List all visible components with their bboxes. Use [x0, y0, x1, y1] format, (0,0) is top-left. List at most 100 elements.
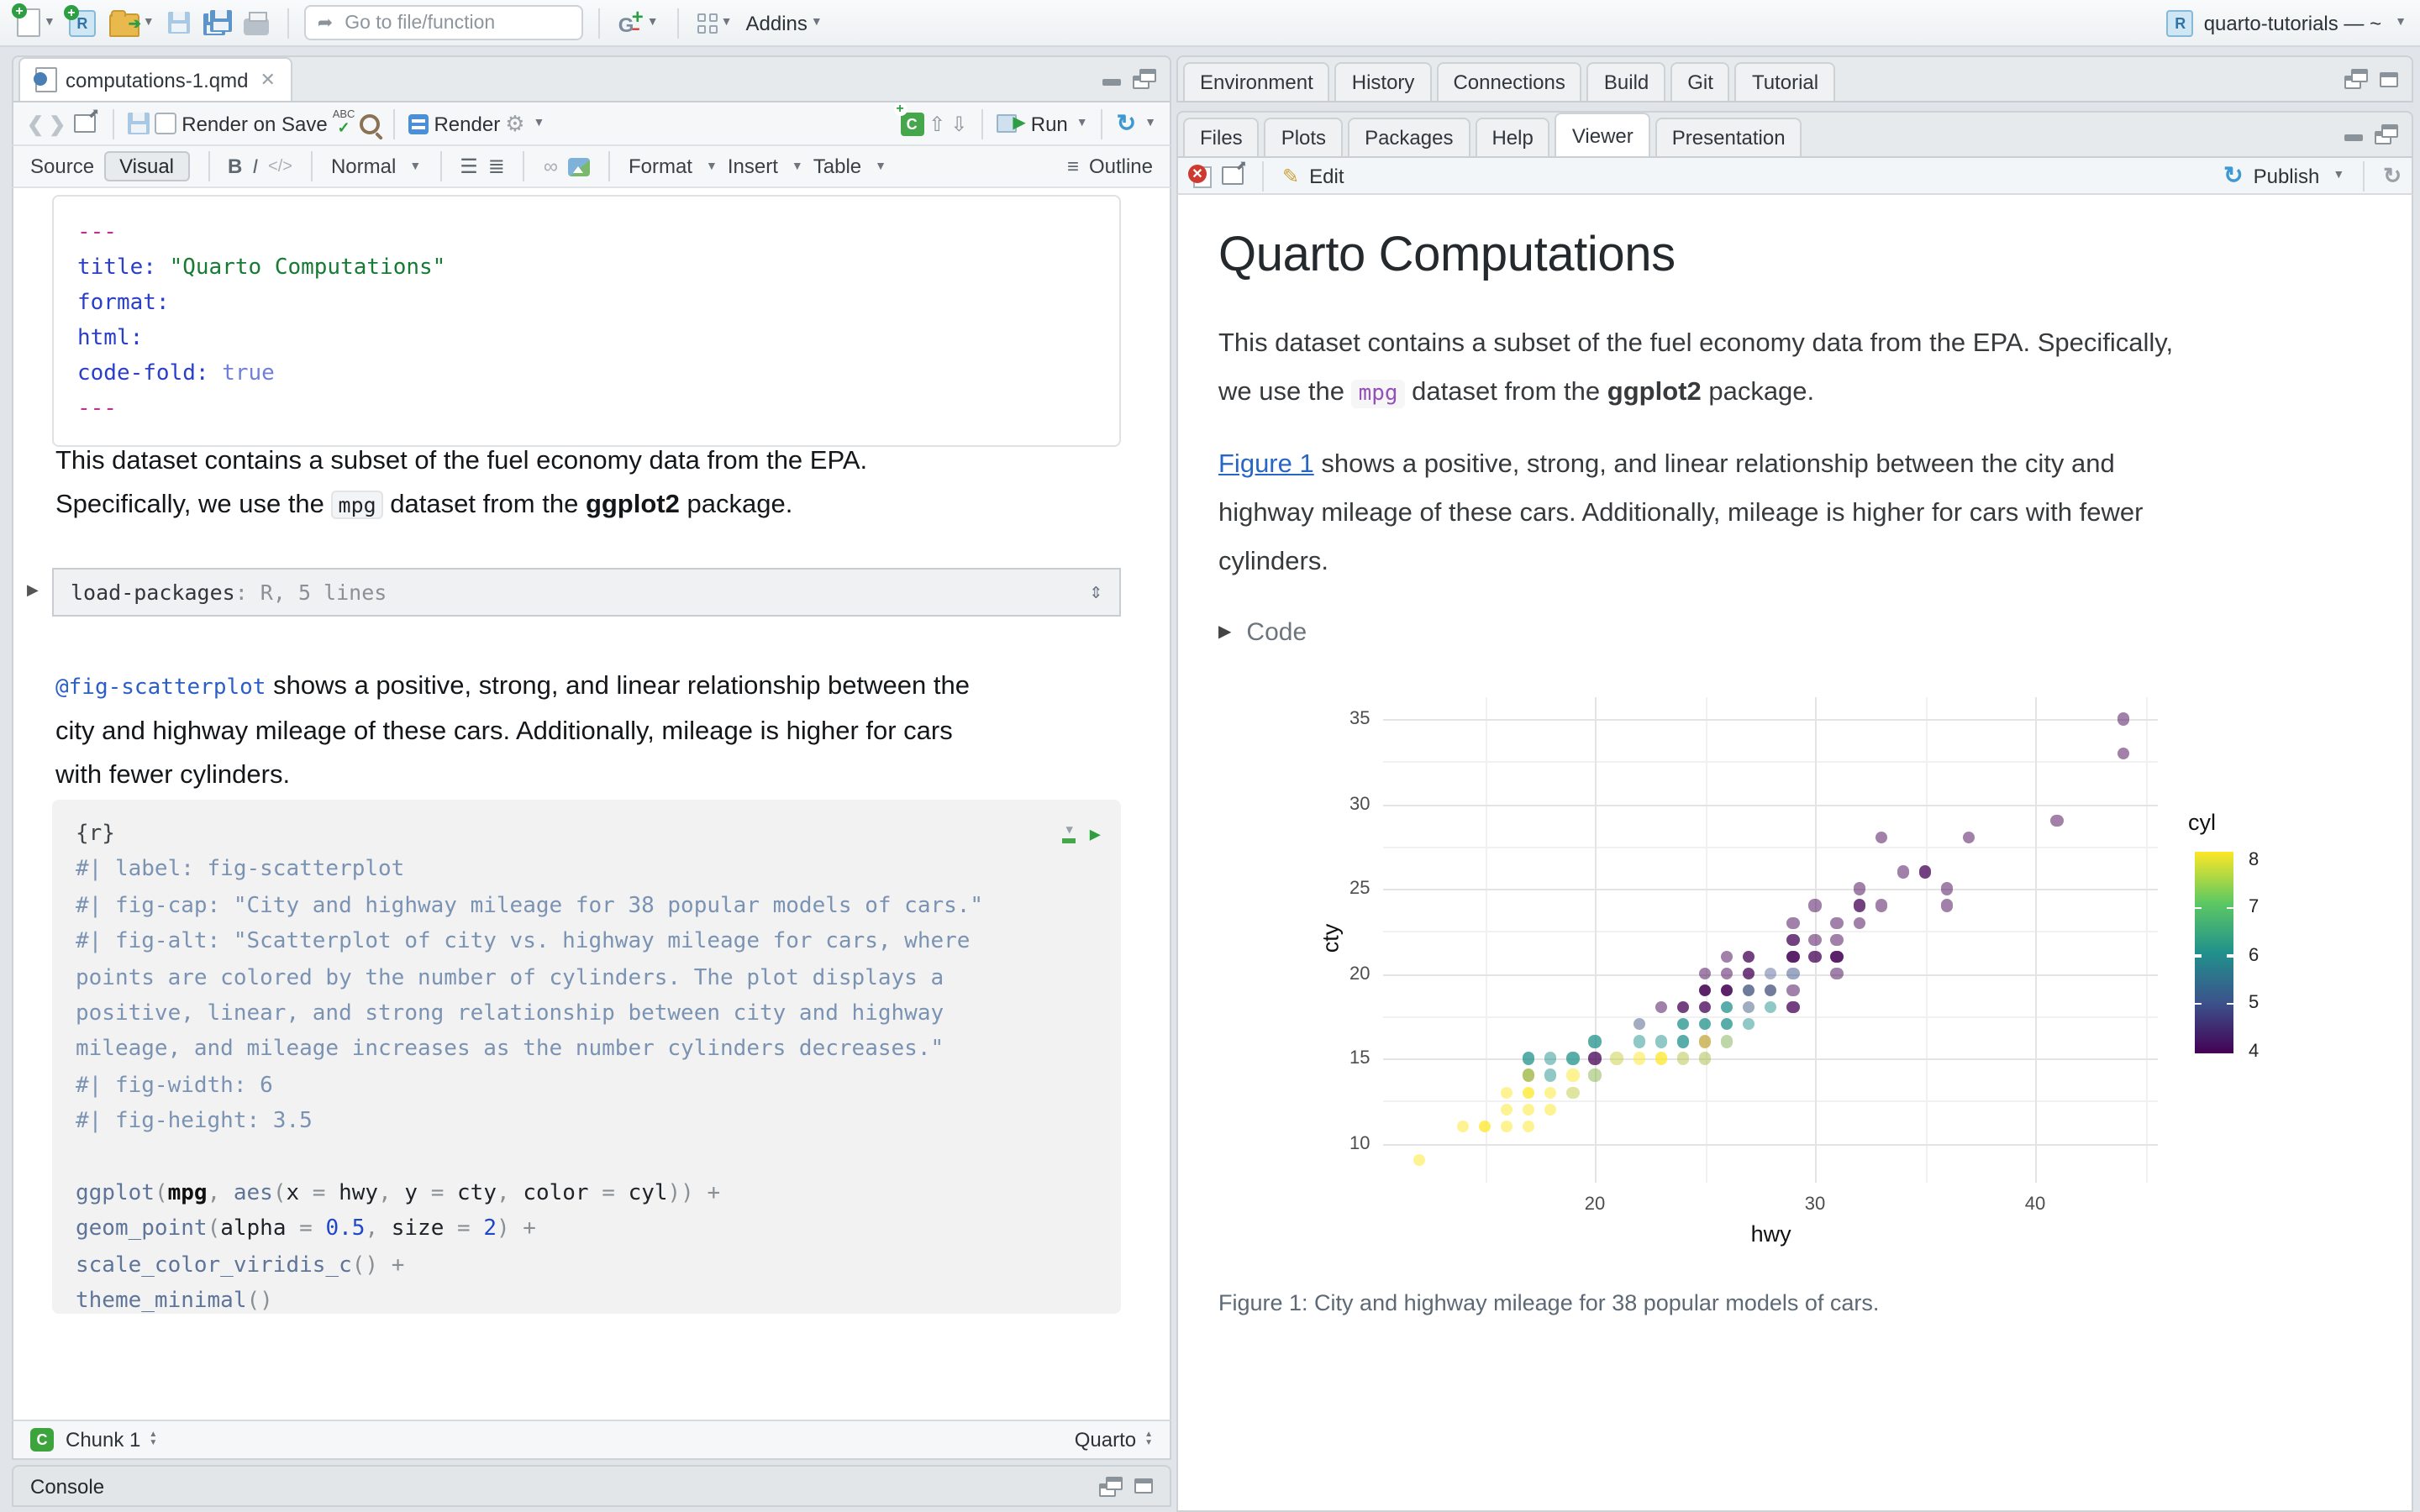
tab-files[interactable]: Files [1183, 118, 1260, 156]
render-button[interactable]: Render [434, 112, 500, 135]
spellcheck-icon[interactable]: ABC✓ [333, 112, 355, 136]
version-control-button[interactable]: +−G▼ [615, 4, 662, 41]
italic-icon[interactable]: I [252, 155, 258, 178]
restore-pane-icon[interactable] [2344, 69, 2368, 89]
minimize-pane-icon[interactable] [2344, 127, 2363, 142]
render-on-save-checkbox[interactable] [155, 113, 176, 134]
new-project-button[interactable]: R+ [66, 4, 99, 41]
go-prev-section-icon[interactable]: ⇧ [929, 112, 945, 135]
text-segment: --- [77, 220, 117, 245]
data-point [1831, 933, 1844, 946]
text-segment: ggplot2 [1607, 378, 1702, 407]
numbered-list-icon[interactable]: ≣ [488, 155, 505, 178]
viewer-pane: EnvironmentHistoryConnectionsBuildGitTut… [1176, 55, 2413, 1505]
chunk-stepper[interactable]: ▲▼ [149, 1431, 157, 1448]
minimize-pane-icon[interactable] [1102, 71, 1121, 87]
bullet-list-icon[interactable]: ☰ [460, 155, 478, 178]
data-point [1809, 900, 1822, 912]
tab-connections[interactable]: Connections [1436, 62, 1581, 101]
close-tab-icon[interactable]: ✕ [260, 69, 275, 91]
save-button[interactable] [165, 4, 193, 41]
tab-history[interactable]: History [1335, 62, 1432, 101]
link-icon[interactable]: ∞ [544, 155, 558, 178]
find-icon[interactable] [360, 113, 380, 134]
publish-button[interactable]: Publish [2254, 164, 2320, 187]
maximize-pane-icon[interactable] [2380, 71, 2398, 87]
console-restore-icon[interactable] [1099, 1476, 1123, 1496]
tab-help[interactable]: Help [1475, 118, 1549, 156]
text-segment: geom_point [76, 1217, 208, 1242]
tab-presentation[interactable]: Presentation [1655, 118, 1802, 156]
source-refresh-icon[interactable]: ↻ [1117, 109, 1136, 138]
collapsed-chunk-load-packages[interactable]: load-packages: R, 5 lines ⇕ [52, 568, 1121, 617]
insert-menu[interactable]: Insert [728, 155, 778, 178]
tab-tutorial[interactable]: Tutorial [1735, 62, 1835, 101]
project-chooser[interactable]: R quarto-tutorials — ~ ▼ [2167, 9, 2407, 36]
bold-icon[interactable]: B [228, 155, 242, 178]
goto-file-search[interactable]: ➦ [304, 5, 583, 40]
tab-viewer[interactable]: Viewer [1555, 113, 1650, 156]
save-all-button[interactable] [200, 4, 234, 41]
run-chunks-above-icon[interactable]: ▼ [1063, 826, 1076, 843]
print-button[interactable] [240, 4, 272, 41]
source-mode-button[interactable]: Source [30, 155, 94, 178]
tab-packages[interactable]: Packages [1348, 118, 1470, 156]
visual-mode-button[interactable]: Visual [104, 151, 189, 181]
maximize-pane-icon[interactable] [2375, 124, 2398, 144]
edit-button[interactable]: Edit [1309, 164, 1344, 187]
open-file-button[interactable]: ▼ [106, 4, 158, 41]
open-in-browser-icon[interactable] [1222, 166, 1244, 185]
data-point [1676, 1001, 1689, 1014]
chunk-navigator[interactable]: Chunk 1 [66, 1428, 140, 1452]
tab-plots[interactable]: Plots [1265, 118, 1343, 156]
mode-stepper[interactable]: ▲▼ [1144, 1431, 1153, 1448]
back-icon[interactable]: ❮ [27, 112, 44, 135]
data-point [1941, 900, 1954, 912]
outline-toggle[interactable]: Outline [1089, 155, 1153, 178]
goto-file-input[interactable] [341, 11, 570, 34]
tab-build[interactable]: Build [1587, 62, 1665, 101]
maximize-pane-icon[interactable] [1133, 69, 1156, 89]
run-button[interactable]: Run [1031, 112, 1068, 135]
go-next-section-icon[interactable]: ⇩ [950, 112, 967, 135]
expand-chunk-icon[interactable]: ▶ [27, 581, 39, 600]
save-doc-icon[interactable] [128, 113, 150, 134]
tab-computations-1-qmd[interactable]: computations-1.qmd ✕ [18, 57, 292, 101]
refresh-viewer-icon[interactable]: ↻ [2383, 162, 2402, 189]
tab-environment[interactable]: Environment [1183, 62, 1330, 101]
gear-icon[interactable]: ⚙ [505, 110, 524, 137]
run-chunk-icon[interactable]: ▶ [1090, 816, 1101, 853]
y-tick-label: 15 [1319, 1048, 1370, 1068]
tab-git[interactable]: Git [1670, 62, 1730, 101]
image-icon[interactable] [568, 157, 590, 176]
clear-viewer-icon[interactable]: ✕ [1188, 164, 1212, 187]
editor-paragraph[interactable]: This dataset contains a subset of the fu… [55, 440, 1114, 528]
text-segment: title: [77, 255, 170, 281]
text-segment: dataset from the [1405, 378, 1607, 407]
workspace-panes-button[interactable]: ▼ [694, 4, 736, 41]
doc-mode-selector[interactable]: Quarto [1075, 1428, 1136, 1452]
visual-editor-canvas[interactable]: ---title: "Quarto Computations"format: h… [12, 188, 1171, 1420]
paragraph-style-select[interactable]: Normal [331, 155, 396, 178]
code-format-icon[interactable]: </> [268, 157, 292, 176]
document-paragraph: Figure 1 shows a positive, strong, and l… [1218, 440, 2395, 586]
r-code-chunk[interactable]: {r}#| label: fig-scatterplot#| fig-cap: … [52, 800, 1121, 1314]
data-point [1786, 916, 1799, 929]
expand-collapse-icon[interactable]: ⇕ [1089, 580, 1102, 605]
console-pane-header[interactable]: Console [12, 1465, 1171, 1507]
text-segment: points are colored by the number of cyli… [76, 965, 944, 990]
new-file-button[interactable]: +▼ [13, 4, 59, 41]
data-point [1676, 1053, 1689, 1065]
popout-button[interactable] [71, 105, 99, 142]
addins-button[interactable]: Addins▼ [743, 4, 826, 41]
console-maximize-icon[interactable] [1134, 1478, 1153, 1494]
code-line: html: [77, 321, 1096, 356]
forward-icon[interactable]: ❯ [49, 112, 66, 135]
insert-chunk-icon[interactable]: C [900, 112, 923, 135]
code-disclosure[interactable]: ▶ Code [1218, 618, 1307, 647]
editor-paragraph[interactable]: @fig-scatterplot shows a positive, stron… [55, 665, 1131, 798]
format-menu[interactable]: Format [629, 155, 692, 178]
table-menu[interactable]: Table [813, 155, 861, 178]
yaml-metadata-block[interactable]: ---title: "Quarto Computations"format: h… [52, 195, 1121, 447]
text-segment: () [247, 1289, 273, 1315]
